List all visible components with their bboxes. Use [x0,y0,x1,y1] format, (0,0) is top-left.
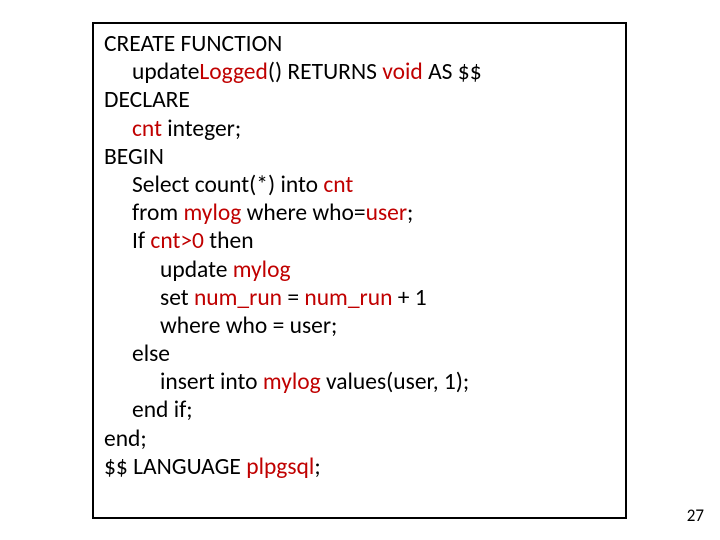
code-line: CREATE FUNCTION [104,30,615,58]
code-text: cnt [132,115,162,143]
code-text: end if; [132,396,193,424]
code-text: from [132,199,183,227]
code-text: mylog [183,199,241,227]
code-line: $$ LANGUAGE plpgsql; [104,453,615,481]
code-text: set [160,284,194,312]
code-line: If cnt>0 then [104,227,615,255]
code-text: BEGIN [104,143,164,171]
code-line: where who = user; [104,312,615,340]
code-text: = [282,284,304,312]
code-text: cnt>0 [150,227,204,255]
code-text: then [204,227,254,255]
code-text: $$ LANGUAGE [104,453,246,481]
code-text: ; [407,199,413,227]
code-line: BEGIN [104,143,615,171]
code-text: where who= [241,199,365,227]
code-line: set num_run = num_run + 1 [104,284,615,312]
code-text: num_run [194,284,282,312]
code-text: mylog [233,256,291,284]
code-text: where who = user; [160,312,337,340]
code-text: values(user, 1); [321,368,470,396]
code-text: DECLARE [104,86,190,114]
code-text: If [132,227,150,255]
code-block: CREATE FUNCTION updateLogged() RETURNS v… [92,22,627,519]
code-text: + 1 [392,284,426,312]
code-text: CREATE FUNCTION [104,30,282,58]
code-text: ; [314,453,320,481]
code-text: Select count(*) into [132,171,323,199]
code-text: user [366,199,407,227]
code-text: plpgsql [246,453,314,481]
page-number: 27 [687,505,704,526]
code-text: update [132,58,199,86]
code-text: else [132,340,170,368]
code-text: update [160,256,233,284]
code-line: insert into mylog values(user, 1); [104,368,615,396]
code-text: end; [104,425,147,453]
code-text: mylog [263,368,321,396]
code-line: update mylog [104,256,615,284]
code-text: void [382,58,423,86]
code-line: Select count(*) into cnt [104,171,615,199]
code-line: updateLogged() RETURNS void AS $$ [104,58,615,86]
code-text: cnt [323,171,353,199]
code-line: cnt integer; [104,115,615,143]
code-line: else [104,340,615,368]
code-line: from mylog where who=user; [104,199,615,227]
code-line: end; [104,425,615,453]
code-text: insert into [160,368,263,396]
code-line: DECLARE [104,86,615,114]
code-text: Logged [199,58,267,86]
code-text: integer; [162,115,241,143]
code-text: AS $$ [423,58,482,86]
code-text: () RETURNS [268,58,382,86]
code-line: end if; [104,396,615,424]
code-text: num_run [304,284,392,312]
